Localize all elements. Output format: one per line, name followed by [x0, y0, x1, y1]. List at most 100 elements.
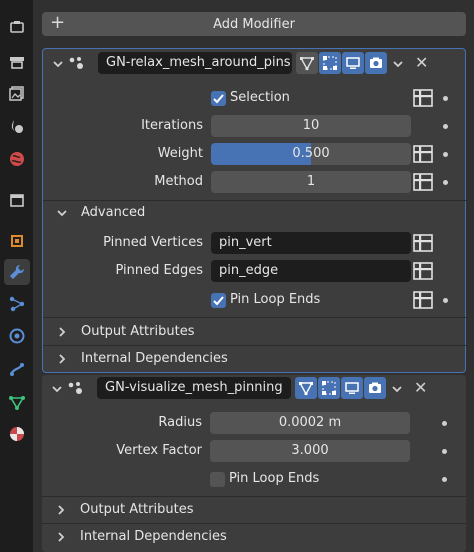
method-field[interactable]: 1	[211, 171, 411, 193]
tab-physics[interactable]	[4, 323, 30, 349]
monitor-icon	[345, 382, 359, 394]
tab-data[interactable]	[4, 389, 30, 415]
spreadsheet-icon	[413, 89, 433, 107]
render-icon	[10, 57, 24, 69]
radius-field[interactable]: 0.0002 m	[210, 412, 410, 434]
world-icon	[10, 194, 24, 207]
monitor-icon	[346, 57, 360, 69]
properties-tab-bar	[0, 0, 33, 552]
pinned-vertices-label: Pinned Vertices	[103, 235, 203, 250]
on-cage-icon	[322, 381, 336, 395]
tool-icon	[10, 21, 24, 33]
tab-scene[interactable]	[4, 146, 30, 172]
pin-loop-ends-label: Pin Loop Ends	[230, 292, 321, 307]
advanced-panel-header[interactable]: Advanced	[81, 202, 145, 224]
edit-mode-toggle[interactable]	[295, 377, 317, 399]
internal-dependencies-panel-header[interactable]: Internal Dependencies	[42, 524, 466, 550]
close-icon[interactable]: ✕	[414, 380, 427, 396]
output-icon	[9, 86, 24, 101]
geometry-nodes-icon	[68, 382, 82, 394]
iterations-field[interactable]: 10	[211, 115, 411, 137]
data-icon	[9, 396, 25, 410]
keyframe-dot[interactable]	[443, 152, 448, 157]
spreadsheet-icon	[413, 262, 433, 280]
chevron-right-icon	[59, 327, 66, 337]
pin-loop-ends-checkbox[interactable]	[210, 472, 225, 487]
attribute-toggle-button[interactable]	[412, 290, 434, 310]
attribute-toggle-button[interactable]	[412, 88, 434, 108]
pinned-edges-label: Pinned Edges	[115, 263, 203, 278]
tab-world[interactable]	[4, 187, 30, 213]
keyframe-dot[interactable]	[443, 124, 448, 129]
edit-mode-icon	[299, 57, 315, 71]
chevron-down-icon[interactable]	[51, 57, 65, 71]
modifier-name-field[interactable]: GN-relax_mesh_around_pins	[98, 52, 292, 74]
internal-dependencies-label: Internal Dependencies	[81, 351, 228, 366]
keyframe-dot[interactable]	[443, 96, 448, 101]
output-attributes-panel-header[interactable]: Output Attributes	[43, 319, 467, 345]
keyframe-dot[interactable]	[442, 449, 447, 454]
add-modifier-button[interactable]: + Add Modifier	[42, 12, 466, 36]
particles-icon	[9, 296, 25, 312]
show-render-toggle[interactable]	[364, 377, 386, 399]
tab-particles[interactable]	[4, 291, 30, 317]
on-cage-toggle[interactable]	[318, 377, 340, 399]
output-attributes-panel-header[interactable]: Output Attributes	[42, 497, 466, 523]
checkmark-icon	[213, 94, 224, 104]
spreadsheet-icon	[413, 145, 433, 163]
keyframe-dot[interactable]	[442, 477, 447, 482]
internal-dependencies-panel-header[interactable]: Internal Dependencies	[43, 346, 467, 372]
keyframe-dot[interactable]	[442, 421, 447, 426]
object-icon	[11, 235, 23, 247]
attribute-toggle-button[interactable]	[412, 144, 434, 164]
chevron-down-icon[interactable]	[55, 206, 69, 220]
chevron-right-icon	[58, 505, 65, 515]
modifier-menu-chevron-icon[interactable]	[390, 382, 404, 396]
edit-mode-icon	[298, 382, 314, 396]
close-icon[interactable]: ✕	[415, 55, 428, 71]
keyframe-dot[interactable]	[443, 298, 448, 303]
weight-label: Weight	[157, 146, 203, 161]
chevron-down-icon[interactable]	[50, 382, 64, 396]
tab-view-layer[interactable]	[4, 113, 30, 139]
camera-icon	[369, 382, 381, 393]
tab-modifiers[interactable]	[4, 259, 30, 285]
on-cage-icon	[323, 56, 337, 70]
pinned-edges-field[interactable]: pin_edge	[211, 260, 411, 282]
add-modifier-label: Add Modifier	[213, 16, 295, 32]
tab-object[interactable]	[4, 228, 30, 254]
show-viewport-toggle[interactable]	[341, 377, 363, 399]
modifier-wrench-icon	[10, 264, 25, 279]
constraints-icon	[10, 363, 24, 376]
attribute-toggle-button[interactable]	[412, 261, 434, 281]
modifier-name-field[interactable]: GN-visualize_mesh_pinning	[97, 377, 291, 399]
method-label: Method	[154, 174, 203, 189]
checkmark-icon	[213, 296, 224, 306]
physics-icon	[9, 328, 25, 344]
tab-output[interactable]	[4, 80, 30, 106]
weight-slider[interactable]: 0.500	[211, 143, 411, 165]
tab-render[interactable]	[4, 49, 30, 75]
vertex-factor-label: Vertex Factor	[116, 443, 202, 458]
vertex-factor-field[interactable]: 3.000	[210, 440, 410, 462]
on-cage-toggle[interactable]	[319, 52, 341, 74]
keyframe-dot[interactable]	[443, 180, 448, 185]
attribute-toggle-button[interactable]	[412, 233, 434, 253]
edit-mode-toggle[interactable]	[296, 52, 318, 74]
plus-icon: +	[50, 12, 66, 33]
attribute-toggle-button[interactable]	[412, 172, 434, 192]
pin-loop-ends-checkbox[interactable]	[211, 293, 226, 308]
selection-label: Selection	[230, 90, 290, 105]
show-viewport-toggle[interactable]	[342, 52, 364, 74]
show-render-toggle[interactable]	[365, 52, 387, 74]
pinned-vertices-field[interactable]: pin_vert	[211, 232, 411, 254]
tab-material[interactable]	[4, 421, 30, 447]
modifier-menu-chevron-icon[interactable]	[391, 57, 405, 71]
modifier-panel-visualize: GN-visualize_mesh_pinning ✕ Radius 0.000…	[42, 375, 466, 552]
selection-checkbox[interactable]	[211, 91, 226, 106]
geometry-nodes-icon	[69, 57, 83, 69]
tab-tool[interactable]	[4, 14, 30, 40]
tab-constraints[interactable]	[4, 356, 30, 382]
iterations-label: Iterations	[141, 118, 203, 133]
camera-icon	[370, 57, 382, 68]
